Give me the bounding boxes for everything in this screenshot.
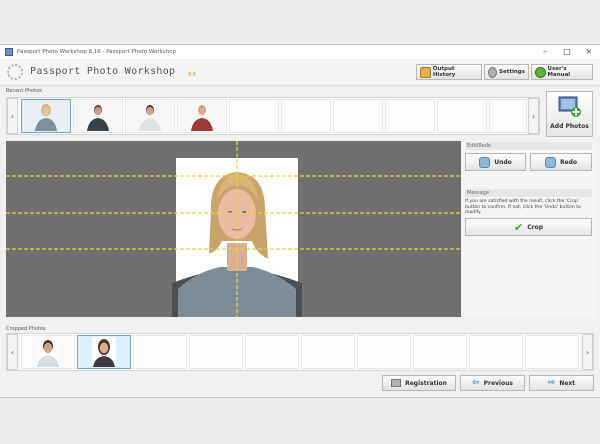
cropped-empty-slot (245, 335, 299, 369)
cropped-empty-slot (301, 335, 355, 369)
photo-thumbnail (179, 101, 225, 131)
add-photos-label: Add Photos (550, 123, 589, 130)
history-icon (420, 66, 431, 78)
title-bar: Passport Photo Workshop 8.16 - Passport … (0, 45, 600, 59)
registration-label: Registration (405, 379, 447, 387)
next-button[interactable]: ⇨ Next (529, 375, 594, 391)
man-crop-thumbnail (36, 337, 60, 367)
cropped-photos-label: Cropped Photos (6, 326, 46, 332)
previous-label: Previous (483, 379, 513, 387)
recent-empty-slot (489, 99, 527, 133)
checkmark-icon: ✔ (514, 220, 524, 234)
edit-side-panel: Edit/Redo Undo Redo Message If you are s… (462, 141, 595, 317)
photo-thumbnail (127, 101, 173, 131)
recent-photo-3[interactable] (125, 99, 175, 133)
recent-scroll-right[interactable]: › (528, 98, 539, 134)
cropped-photos-strip: ‹ › (6, 333, 594, 371)
app-logo (7, 64, 23, 80)
cropped-empty-slot (189, 335, 243, 369)
man-plaid-shirt-thumbnail (179, 101, 225, 131)
minimize-button[interactable]: – (534, 45, 556, 59)
registration-icon (391, 379, 402, 387)
settings-label: Settings (499, 69, 525, 75)
cropped-scroll-left[interactable]: ‹ (7, 334, 18, 370)
crop-label: Crop (527, 223, 543, 231)
settings-button[interactable]: Settings (484, 64, 529, 80)
output-history-button[interactable]: Output History (416, 64, 482, 80)
undo-icon (479, 156, 491, 168)
users-manual-label: User's Manual (547, 66, 571, 78)
app-icon (5, 48, 13, 56)
help-icon (535, 66, 546, 78)
recent-photos-strip: ‹ › (6, 97, 540, 135)
redo-icon (544, 156, 556, 168)
cropped-scroll-right[interactable]: › (582, 334, 593, 370)
cropped-empty-slot (357, 335, 411, 369)
recent-scroll-left[interactable]: ‹ (7, 98, 18, 134)
man-white-shirt-thumbnail (127, 101, 173, 131)
blonde-woman-thumbnail (23, 101, 69, 131)
cropped-photo-2[interactable] (77, 335, 131, 369)
output-history-label: Output History (432, 66, 456, 78)
maximize-button[interactable]: □ (556, 45, 578, 59)
recent-photo-1[interactable] (21, 99, 71, 133)
photo-thumbnail (92, 337, 116, 367)
version-badge: 8.6 (188, 72, 196, 78)
photo-preview (6, 141, 461, 317)
window-title: Passport Photo Workshop 8.16 - Passport … (17, 49, 177, 55)
cropped-empty-slot (525, 335, 579, 369)
message-section-label: Message (465, 189, 592, 197)
photo-thumbnail (23, 101, 69, 131)
next-label: Next (559, 379, 576, 387)
man-dark-shirt-thumbnail (75, 101, 121, 131)
recent-empty-slot (333, 99, 383, 133)
users-manual-button[interactable]: User's Manual (531, 64, 593, 80)
redo-button[interactable]: Redo (530, 153, 592, 171)
close-button[interactable]: × (578, 45, 600, 59)
recent-empty-slot (385, 99, 435, 133)
add-photo-icon (558, 96, 581, 117)
add-photos-button[interactable]: Add Photos (546, 91, 593, 137)
recent-empty-slot (281, 99, 331, 133)
recent-photo-4[interactable] (177, 99, 227, 133)
arrow-right-icon: ⇨ (547, 378, 556, 388)
recent-empty-slot (229, 99, 279, 133)
message-text: If you are satisfied with the result, cl… (465, 199, 581, 216)
undo-label: Undo (494, 158, 512, 166)
app-window: Passport Photo Workshop 8.16 - Passport … (0, 44, 600, 398)
previous-button[interactable]: ⇦ Previous (460, 375, 525, 391)
photo-edit-canvas[interactable] (6, 141, 461, 317)
recent-photo-2[interactable] (73, 99, 123, 133)
undo-button[interactable]: Undo (465, 153, 526, 171)
app-header: Passport Photo Workshop 8.6 Output Histo… (0, 59, 600, 86)
redo-label: Redo (559, 158, 578, 166)
cropped-empty-slot (469, 335, 523, 369)
registration-button[interactable]: Registration (382, 375, 456, 391)
woman-crop-thumbnail (92, 337, 116, 367)
photo-thumbnail (75, 101, 121, 131)
recent-photos-label: Recent Photos (6, 88, 42, 94)
photo-thumbnail (36, 337, 60, 367)
cropped-empty-slot (413, 335, 467, 369)
app-title: Passport Photo Workshop (30, 66, 176, 77)
cropped-photo-1[interactable] (21, 335, 75, 369)
gear-icon (488, 66, 498, 78)
crop-button[interactable]: ✔ Crop (465, 218, 592, 236)
cropped-empty-slot (133, 335, 187, 369)
recent-empty-slot (437, 99, 487, 133)
arrow-left-icon: ⇦ (472, 378, 480, 388)
edit-section-label: Edit/Redo (465, 142, 592, 150)
